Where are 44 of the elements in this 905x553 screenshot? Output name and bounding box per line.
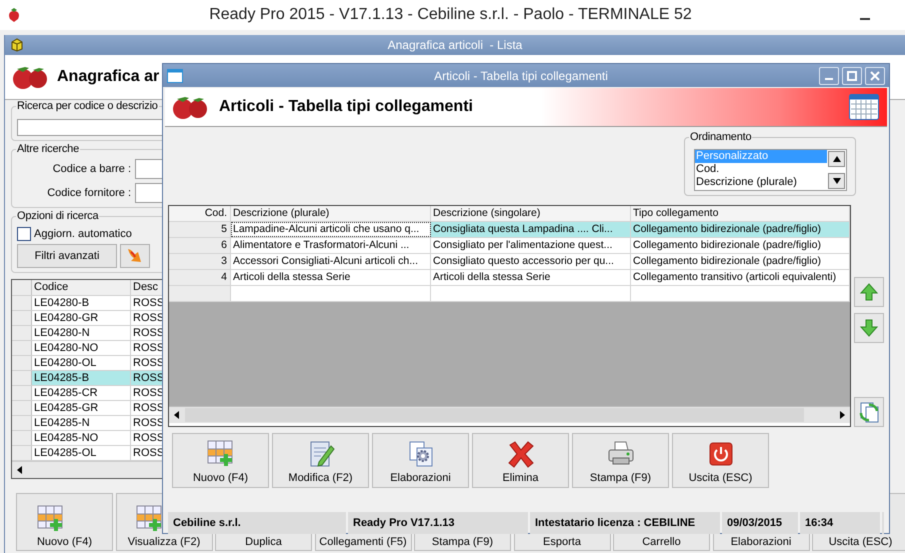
status-cell: 16:34 xyxy=(800,512,880,534)
table-cell: 5 xyxy=(169,222,231,237)
page-heading: Articoli - Tabella tipi collegamenti xyxy=(219,98,473,116)
table-cell: Consigliato per l'alimentazione quest... xyxy=(431,238,631,253)
table-cell: LE04285-CR xyxy=(32,386,131,400)
window-title: Ready Pro 2015 - V17.1.13 - Cebiline s.r.l. - Paolo - TERMINALE 52 xyxy=(208,6,693,24)
table-cell: Consigliata questa Lampadina .... Cli... xyxy=(431,222,631,237)
table-cell: LE04280-OL xyxy=(32,356,131,370)
status-cell: 09/03/2015 xyxy=(722,512,798,534)
window-title: Anagrafica articoli - Lista xyxy=(386,38,524,52)
group-label: Ordinamento xyxy=(689,131,752,143)
table-cell: 6 xyxy=(169,238,231,253)
table-cell: LE04280-NO xyxy=(32,341,131,355)
table-cell: Articoli della stessa Serie xyxy=(231,270,431,285)
status-cell: Intestatario licenza : CEBILINE xyxy=(530,512,720,534)
table-cell: Collegamento transitivo (articoli equivalenti) xyxy=(631,270,850,285)
table-cell: LE04285-N xyxy=(32,416,131,430)
table-cell: LE04285-B xyxy=(32,371,131,385)
table-cell: LE04285-NO xyxy=(32,431,131,445)
window-title: Articoli - Tabella tipi collegamenti xyxy=(433,68,609,82)
table-cell: Articoli della stessa Serie xyxy=(431,270,631,285)
group-label: Opzioni di ricerca xyxy=(16,210,100,222)
table-cell: Consigliato questo accessorio per qu... xyxy=(431,254,631,269)
table-cell: LE04280-B xyxy=(32,296,131,310)
page-heading: Anagrafica ar xyxy=(57,68,160,86)
status-cell: Ready Pro V17.1.13 xyxy=(348,512,528,534)
table-cell: Collegamento bidirezionale (padre/figlio) xyxy=(631,222,850,237)
table-cell: LE04280-N xyxy=(32,326,131,340)
group-label: Altre ricerche xyxy=(16,143,80,155)
field-label: Codice fornitore : xyxy=(47,187,131,199)
table-cell: Lampadine-Alcuni articoli che usano q... xyxy=(231,222,431,237)
status-cell: Cebiline s.r.l. xyxy=(168,512,346,534)
table-cell: Collegamento bidirezionale (padre/figlio) xyxy=(631,238,850,253)
table-cell: LE04280-GR xyxy=(32,311,131,325)
group-label: Ricerca per codice o descrizio xyxy=(16,100,159,112)
table-cell: 3 xyxy=(169,254,231,269)
table-cell: Accessori Consigliati-Alcuni articoli ch... xyxy=(231,254,431,269)
checkbox-label: Aggiorn. automatico xyxy=(34,228,132,240)
table-cell: LE04285-OL xyxy=(32,446,131,460)
table-cell: Collegamento bidirezionale (padre/figlio) xyxy=(631,254,850,269)
table-cell: LE04285-GR xyxy=(32,401,131,415)
table-cell: Alimentatore e Trasformatori-Alcuni ... xyxy=(231,238,431,253)
table-cell: 4 xyxy=(169,270,231,285)
field-label: Codice a barre : xyxy=(52,163,131,175)
